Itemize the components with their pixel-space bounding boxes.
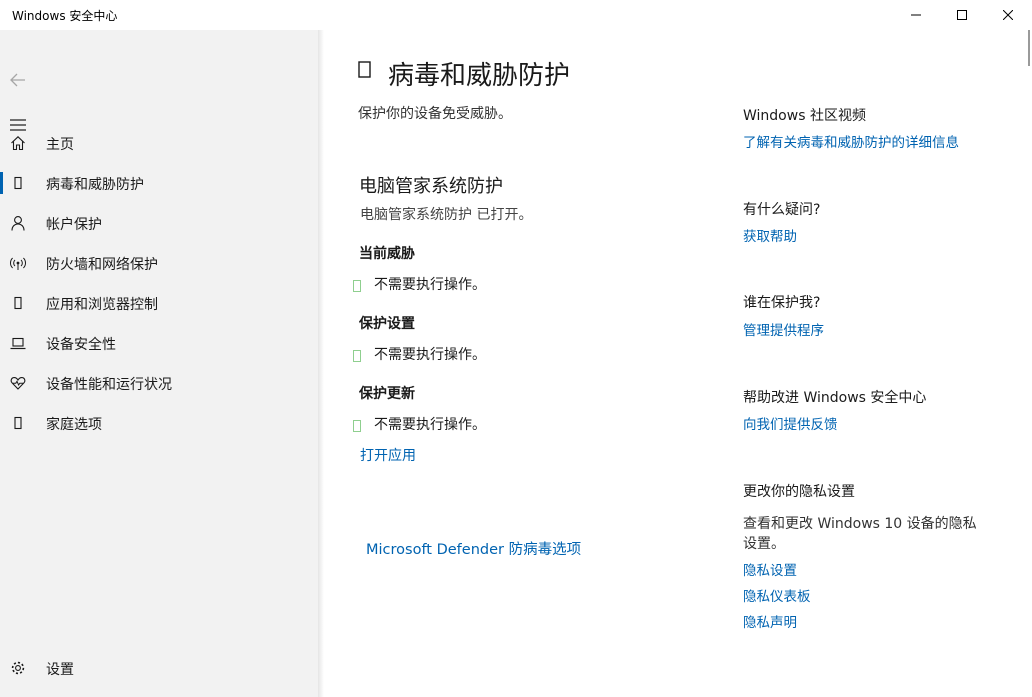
questions-heading: 有什么疑问? xyxy=(743,202,821,218)
nav-label: 帐户保护 xyxy=(46,217,102,233)
nav-item-family-options[interactable]: 家庭选项 xyxy=(0,403,318,443)
main-content: 病毒和威胁防护 保护你的设备免受威胁。 电脑管家系统防护 电脑管家系统防护 已打… xyxy=(324,30,1032,697)
get-help-link[interactable]: 获取帮助 xyxy=(743,225,797,245)
privacy-heading: 更改你的隐私设置 xyxy=(743,484,855,500)
nav-label: 设备安全性 xyxy=(46,337,116,353)
minimize-button[interactable] xyxy=(893,0,939,30)
privacy-dashboard-link[interactable]: 隐私仪表板 xyxy=(743,585,811,605)
back-arrow-icon xyxy=(10,73,25,87)
active-indicator xyxy=(0,172,3,194)
provider-status: 电脑管家系统防护 已打开。 xyxy=(360,207,533,223)
nav-item-app-browser[interactable]: 应用和浏览器控制 xyxy=(0,283,318,323)
section-heading-current-threats: 当前威胁 xyxy=(359,246,415,262)
manage-providers-link[interactable]: 管理提供程序 xyxy=(743,319,824,339)
person-icon xyxy=(10,215,26,231)
privacy-settings-link[interactable]: 隐私设置 xyxy=(743,559,797,579)
scrollbar-thumb[interactable] xyxy=(1028,30,1030,66)
nav-item-settings[interactable]: 设置 xyxy=(0,648,318,688)
defender-options-link[interactable]: Microsoft Defender 防病毒选项 xyxy=(366,538,581,559)
maximize-button[interactable] xyxy=(939,0,985,30)
nav-label: 应用和浏览器控制 xyxy=(46,297,158,313)
section-heading-protection-settings: 保护设置 xyxy=(359,316,415,332)
nav-label: 家庭选项 xyxy=(46,417,102,433)
learn-more-link[interactable]: 了解有关病毒和威胁防护的详细信息 xyxy=(743,131,959,151)
page-title-icon xyxy=(358,60,372,82)
give-feedback-link[interactable]: 向我们提供反馈 xyxy=(743,413,838,433)
nav-label: 设备性能和运行状况 xyxy=(46,377,172,393)
maximize-icon xyxy=(957,10,967,20)
heart-icon xyxy=(10,375,26,391)
app-icon xyxy=(10,295,26,311)
protector-heading: 谁在保护我? xyxy=(743,295,821,311)
status-ok-icon xyxy=(353,417,361,436)
section-status-current-threats: 不需要执行操作。 xyxy=(374,277,486,293)
privacy-description-line1: 查看和更改 Windows 10 设备的隐私 xyxy=(743,516,977,532)
feedback-heading: 帮助改进 Windows 安全中心 xyxy=(743,390,927,406)
privacy-statement-link[interactable]: 隐私声明 xyxy=(743,611,797,631)
title-bar: Windows 安全中心 xyxy=(0,0,1032,30)
nav-item-device-performance[interactable]: 设备性能和运行状况 xyxy=(0,363,318,403)
family-icon xyxy=(10,415,26,431)
nav-label: 病毒和威胁防护 xyxy=(46,177,144,193)
sidebar: 主页 病毒和威胁防护 帐户保护 防火墙和网络保护 应用和浏览器控制 设备安全性 xyxy=(0,30,318,697)
laptop-icon xyxy=(10,335,26,351)
shield-icon xyxy=(10,175,26,191)
close-button[interactable] xyxy=(985,0,1031,30)
window-title: Windows 安全中心 xyxy=(12,9,118,23)
nav-item-firewall[interactable]: 防火墙和网络保护 xyxy=(0,243,318,283)
community-heading: Windows 社区视频 xyxy=(743,108,866,124)
nav-item-device-security[interactable]: 设备安全性 xyxy=(0,323,318,363)
section-heading-protection-updates: 保护更新 xyxy=(359,386,415,402)
page-subtitle: 保护你的设备免受威胁。 xyxy=(358,106,512,122)
provider-heading: 电脑管家系统防护 xyxy=(359,176,503,197)
wifi-icon xyxy=(10,255,26,271)
page-title: 病毒和威胁防护 xyxy=(388,61,571,91)
status-ok-icon xyxy=(353,277,361,296)
nav-label: 主页 xyxy=(46,137,74,153)
nav-item-account-protection[interactable]: 帐户保护 xyxy=(0,203,318,243)
home-icon xyxy=(10,135,26,151)
gear-icon xyxy=(10,660,26,676)
close-icon xyxy=(1003,10,1013,20)
section-status-protection-updates: 不需要执行操作。 xyxy=(374,417,486,433)
privacy-description-line2: 设置。 xyxy=(743,536,785,552)
nav-item-virus-protection[interactable]: 病毒和威胁防护 xyxy=(0,163,318,203)
settings-label: 设置 xyxy=(46,662,74,678)
status-ok-icon xyxy=(353,347,361,366)
nav-item-home[interactable]: 主页 xyxy=(0,123,318,163)
open-app-link[interactable]: 打开应用 xyxy=(360,445,416,465)
nav-label: 防火墙和网络保护 xyxy=(46,257,158,273)
back-button[interactable] xyxy=(6,68,30,92)
section-status-protection-settings: 不需要执行操作。 xyxy=(374,347,486,363)
minimize-icon xyxy=(911,14,921,16)
